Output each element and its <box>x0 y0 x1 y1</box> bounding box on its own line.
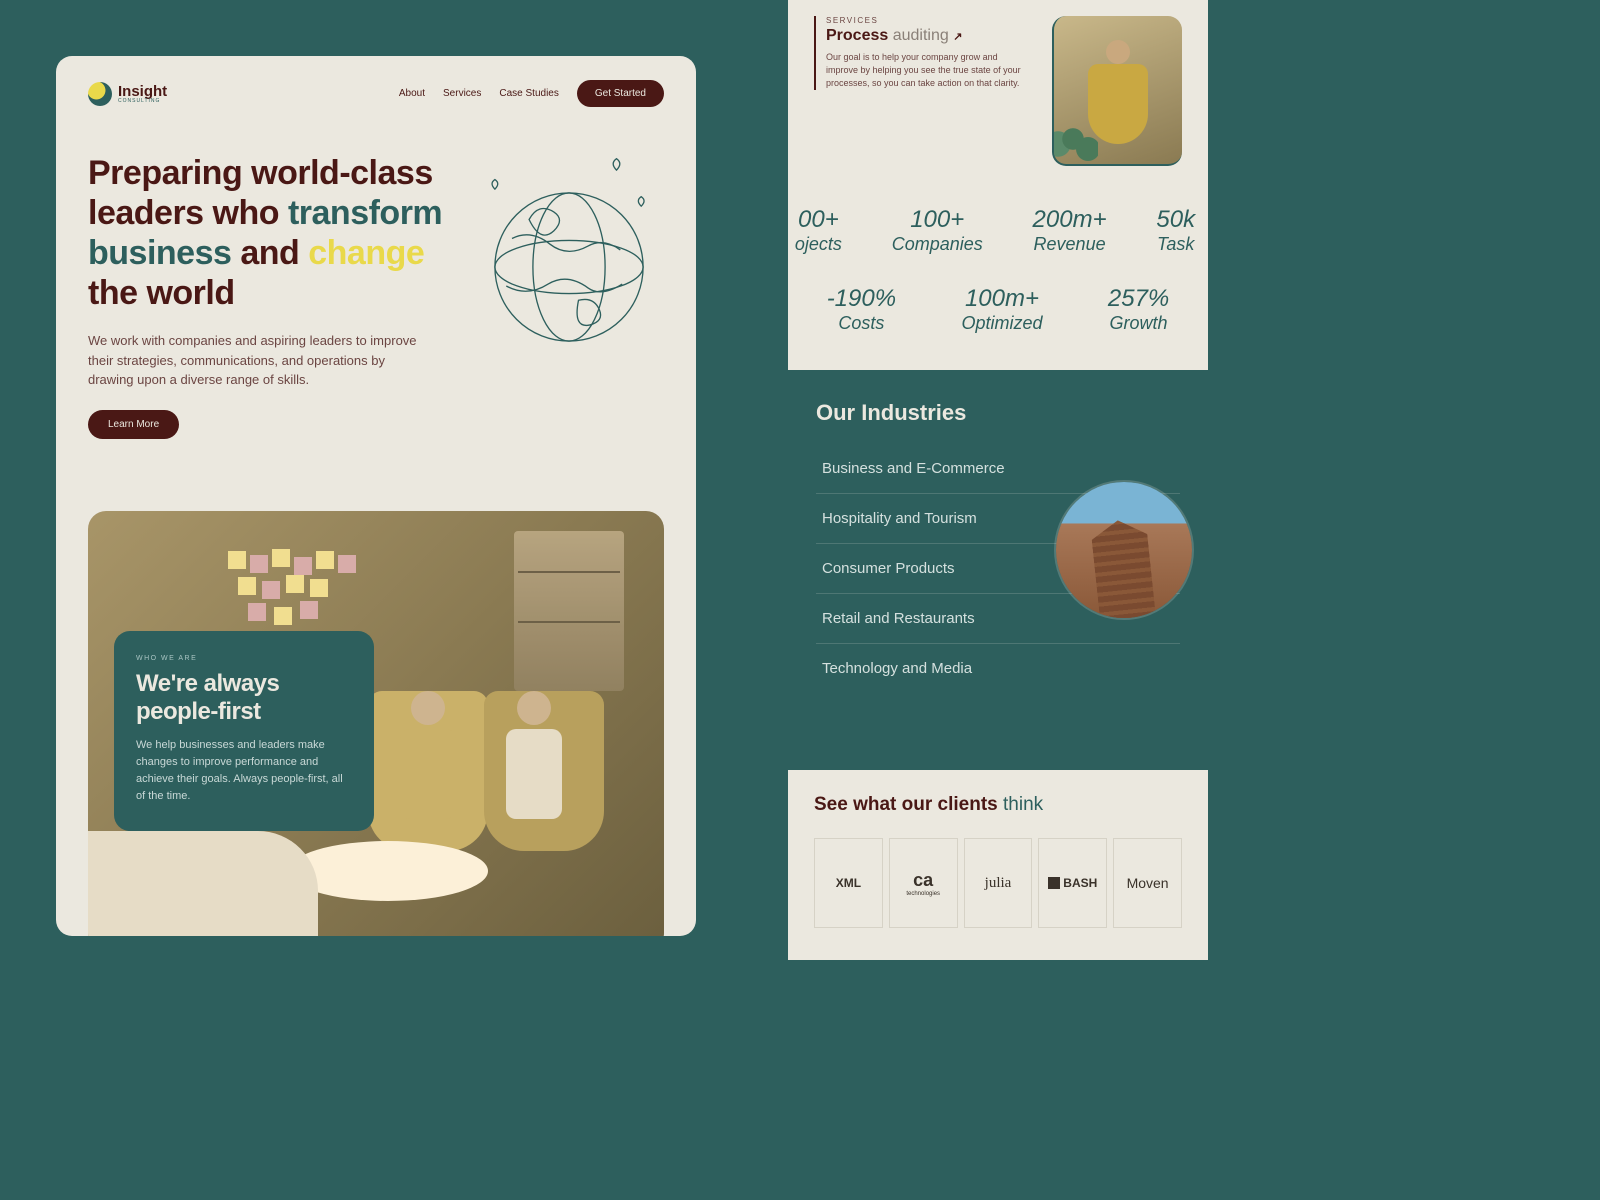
client-logos: XML ca technologies julia BASH Moven <box>814 838 1182 928</box>
clients-section: See what our clients think XML ca techno… <box>788 770 1208 960</box>
stat-item: 100+Companies <box>892 206 983 255</box>
stat-item: 200m+Revenue <box>1033 206 1107 255</box>
who-heading: We're always people-first <box>136 670 352 725</box>
brand-name: Insight <box>118 84 167 99</box>
services-section: SERVICES Process auditing ↗ Our goal is … <box>788 0 1208 170</box>
clients-heading: See what our clients think <box>814 794 1182 816</box>
client-logo-bash[interactable]: BASH <box>1038 838 1107 928</box>
eyebrow-label: WHO WE ARE <box>136 655 352 662</box>
brand-sub: CONSULTING <box>118 99 167 104</box>
nav-link-services[interactable]: Services <box>443 88 481 99</box>
industry-image-bubble <box>1054 480 1194 620</box>
desktop-preview: Insight CONSULTING About Services Case S… <box>56 56 696 936</box>
stat-item: 00+ojects <box>795 206 842 255</box>
logo-mark-icon <box>88 82 112 106</box>
client-logo-ca[interactable]: ca technologies <box>889 838 958 928</box>
who-we-are-card: WHO WE ARE We're always people-first We … <box>88 511 664 936</box>
nav-link-case-studies[interactable]: Case Studies <box>499 88 558 99</box>
nav-links: About Services Case Studies Get Started <box>399 80 664 107</box>
globe-illustration <box>474 153 664 439</box>
learn-more-button[interactable]: Learn More <box>88 410 179 439</box>
stat-item: 257%Growth <box>1108 285 1169 334</box>
stat-item: 100m+Optimized <box>961 285 1042 334</box>
who-we-are-overlay: WHO WE ARE We're always people-first We … <box>114 631 374 831</box>
services-eyebrow: SERVICES <box>826 16 1038 25</box>
stats-section: 00+ojects 100+Companies 200m+Revenue 50k… <box>788 170 1208 370</box>
stat-item: -190%Costs <box>827 285 896 334</box>
industries-heading: Our Industries <box>816 400 1180 426</box>
hero: Preparing world-class leaders who transf… <box>88 153 664 439</box>
mobile-preview: SERVICES Process auditing ↗ Our goal is … <box>788 0 1208 960</box>
services-image <box>1052 16 1182 166</box>
client-logo-julia[interactable]: julia <box>964 838 1033 928</box>
client-logo-xml[interactable]: XML <box>814 838 883 928</box>
hero-heading: Preparing world-class leaders who transf… <box>88 153 454 313</box>
industries-section: Our Industries Business and E-Commerce H… <box>788 370 1208 770</box>
services-title[interactable]: Process auditing ↗ <box>826 27 1038 45</box>
logo[interactable]: Insight CONSULTING <box>88 82 167 106</box>
hero-subtext: We work with companies and aspiring lead… <box>88 331 428 390</box>
nav-link-about[interactable]: About <box>399 88 425 99</box>
industry-item[interactable]: Technology and Media <box>816 644 1180 693</box>
arrow-icon: ↗ <box>953 31 962 43</box>
navbar: Insight CONSULTING About Services Case S… <box>88 80 664 107</box>
who-body: We help businesses and leaders make chan… <box>136 737 352 805</box>
client-logo-moven[interactable]: Moven <box>1113 838 1182 928</box>
stat-item: 50kTask <box>1156 206 1195 255</box>
services-desc: Our goal is to help your company grow an… <box>826 51 1026 90</box>
get-started-button[interactable]: Get Started <box>577 80 664 107</box>
cube-icon <box>1048 877 1060 889</box>
